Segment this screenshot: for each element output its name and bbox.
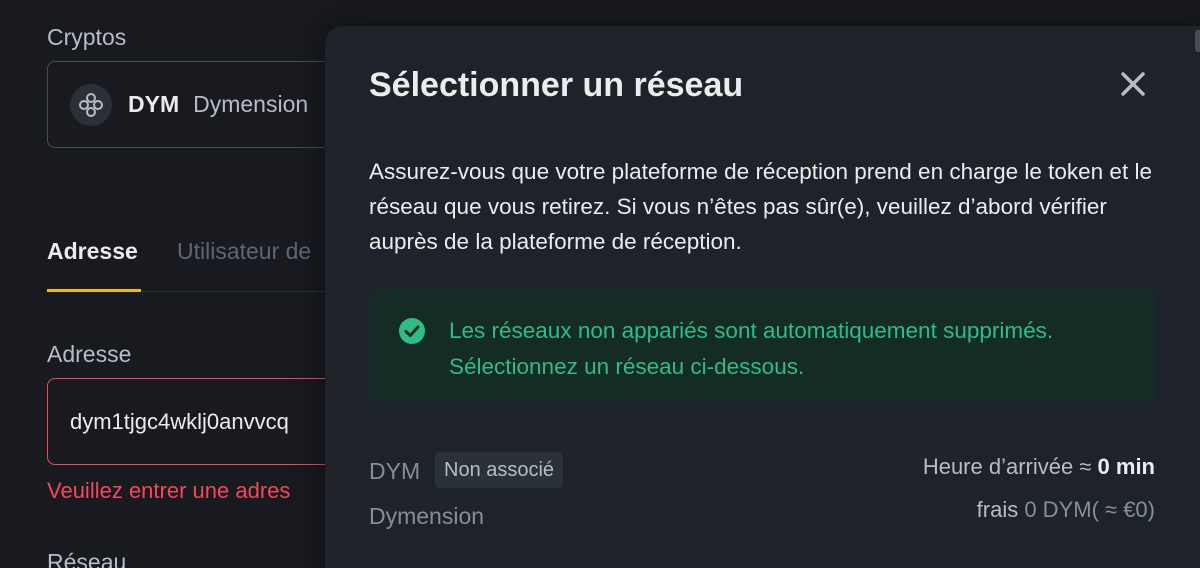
address-tabs: Adresse Utilisateur de [47, 230, 347, 292]
crypto-name: Dymension [193, 91, 309, 117]
fee-label: frais [976, 497, 1025, 522]
dymension-logo-icon [70, 83, 112, 126]
arrival-value: 0 min [1097, 454, 1155, 479]
network-symbol: DYM [369, 458, 421, 484]
close-button[interactable] [1115, 66, 1151, 102]
arrival-label: Heure d’arrivée ≈ [922, 454, 1098, 479]
network-fees: frais 0 DYM( ≈ €0) [977, 497, 1155, 523]
crypto-label: Cryptos [47, 24, 127, 50]
address-error: Veuillez entrer une adres [47, 478, 291, 503]
fee-value: 0 DYM( ≈ €0) [1024, 497, 1155, 522]
tab-address[interactable]: Adresse [47, 238, 138, 265]
address-label: Adresse [47, 341, 132, 367]
modal-description: Assurez-vous que votre plateforme de réc… [369, 159, 1152, 254]
tab-user[interactable]: Utilisateur de [177, 238, 311, 265]
network-notice: Les réseaux non appariés sont automatiqu… [369, 289, 1155, 401]
scrollbar[interactable] [1195, 30, 1200, 52]
network-badge: Non associé [435, 452, 564, 488]
network-arrival-time: Heure d’arrivée ≈ 0 min [923, 454, 1155, 480]
crypto-symbol: DYM [128, 91, 180, 117]
check-circle-icon [399, 318, 425, 344]
modal-title: Sélectionner un réseau [369, 66, 744, 104]
select-network-modal: Sélectionner un réseau Assurez-vous que … [325, 26, 1200, 568]
notice-line-1: Les réseaux non appariés sont automatiqu… [449, 318, 1054, 343]
network-name: Dymension [369, 503, 485, 529]
network-option-dym[interactable]: DYM Non associé Dymension Heure d’arrivé… [369, 448, 1155, 568]
notice-line-2: Sélectionnez un réseau ci-dessous. [449, 354, 805, 379]
close-icon [1121, 72, 1145, 96]
network-label: Réseau [47, 549, 127, 568]
address-input[interactable]: dym1tjgc4wklj0anvvcq [47, 378, 367, 465]
tab-active-underline [47, 289, 141, 292]
